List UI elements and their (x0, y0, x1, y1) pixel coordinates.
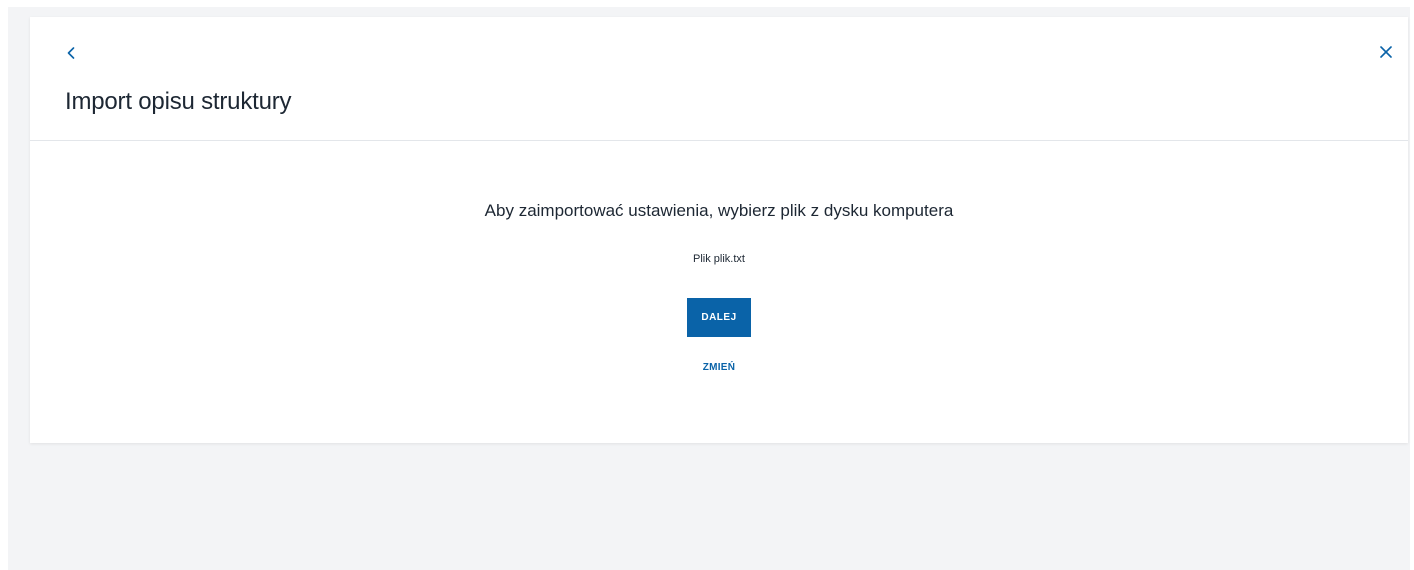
import-dialog-card: Import opisu struktury Aby zaimportować … (30, 17, 1408, 443)
change-link-row: ZMIEŃ (30, 362, 1408, 373)
change-file-link[interactable]: ZMIEŃ (703, 362, 736, 373)
dialog-header: Import opisu struktury (30, 17, 1408, 141)
dialog-body: Aby zaimportować ustawienia, wybierz pli… (30, 141, 1408, 443)
selected-file-label: Plik plik.txt (693, 253, 745, 265)
instruction-text: Aby zaimportować ustawienia, wybierz pli… (484, 201, 954, 220)
page-background: Import opisu struktury Aby zaimportować … (8, 7, 1410, 570)
chevron-left-icon (67, 47, 75, 59)
back-button[interactable] (64, 45, 78, 61)
page-title: Import opisu struktury (65, 88, 292, 115)
close-button[interactable] (1378, 44, 1394, 60)
close-icon (1380, 46, 1392, 58)
next-button[interactable]: DALEJ (687, 298, 751, 337)
